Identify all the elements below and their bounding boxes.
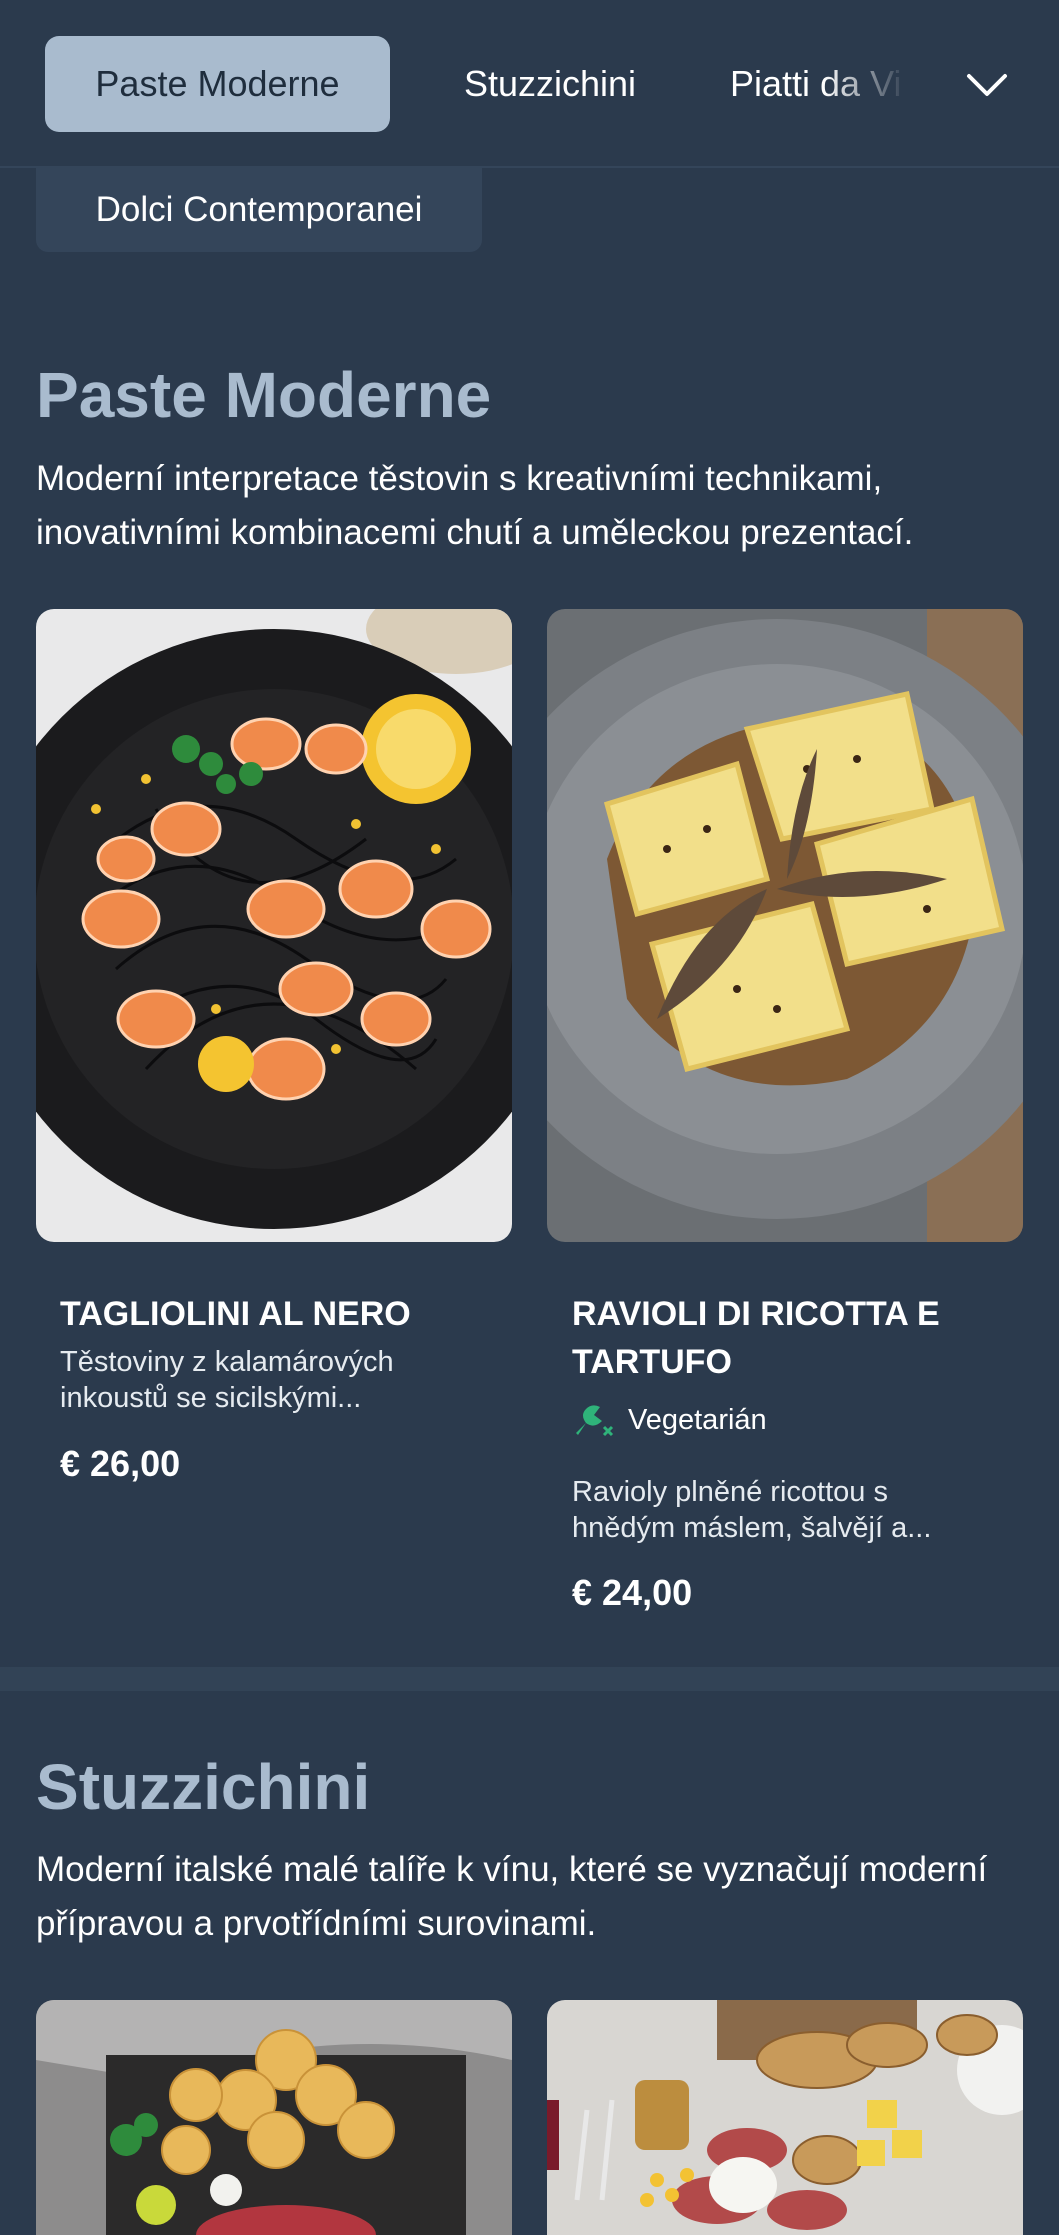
tab-piatti[interactable]: Piatti da Vi [730,36,940,132]
section-description-stuzzichini: Moderní italské malé talíře k vínu, kter… [36,1850,988,1943]
dish-description-line: Těstoviny z kalamárových [60,1346,394,1378]
dish-image-ravioli[interactable] [547,609,1023,1242]
dish-image-stuzzichini-2[interactable] [547,2000,1023,2235]
tab-dolci-contemporanei[interactable]: Dolci Contemporanei [36,168,482,252]
dish-title-line: TARTUFO [572,1343,732,1381]
dish-image-tagliolini[interactable] [36,609,512,1242]
section-description-paste-moderne: Moderní interpretace těstovin s kreativn… [36,459,914,552]
dish-image-stuzzichini-1[interactable] [36,2000,512,2235]
dish-price-tagliolini: € 26,00 [60,1443,181,1484]
dish-title-tagliolini[interactable]: TAGLIOLINI AL NERO [60,1290,490,1338]
dish-description-line: Ravioly plněné ricottou s [572,1476,888,1508]
section-divider [0,1667,1059,1691]
dish-description-line: inkoustů se sicilskými... [60,1382,362,1414]
vegetarian-label: Vegetarián [628,1403,767,1436]
category-nav: Paste Moderne Stuzzichini Piatti da Vi [0,0,1059,168]
dish-title-line: RAVIOLI DI RICOTTA E [572,1295,940,1333]
dish-title-ravioli[interactable]: RAVIOLI DI RICOTTA E TARTUFO [572,1290,1002,1386]
vegetarian-icon [576,1405,614,1437]
tab-paste-moderne[interactable]: Paste Moderne [45,36,390,132]
chevron-down-icon[interactable] [962,60,1012,110]
section-title-paste-moderne: Paste Moderne [36,359,492,431]
dish-description-ravioli: Ravioly plněné ricottou s hnědým máslem,… [572,1474,992,1546]
tab-stuzzichini[interactable]: Stuzzichini [430,36,670,132]
section-title-stuzzichini: Stuzzichini [36,1751,371,1823]
tab-piatti-label: Piatti da Vi [730,63,902,104]
vegetarian-badge: Vegetarián [572,1401,767,1439]
dish-price-ravioli: € 24,00 [572,1572,693,1613]
dish-description-tagliolini: Těstoviny z kalamárových inkoustů se sic… [60,1344,480,1416]
dish-description-line: hnědým máslem, šalvějí a... [572,1512,932,1544]
